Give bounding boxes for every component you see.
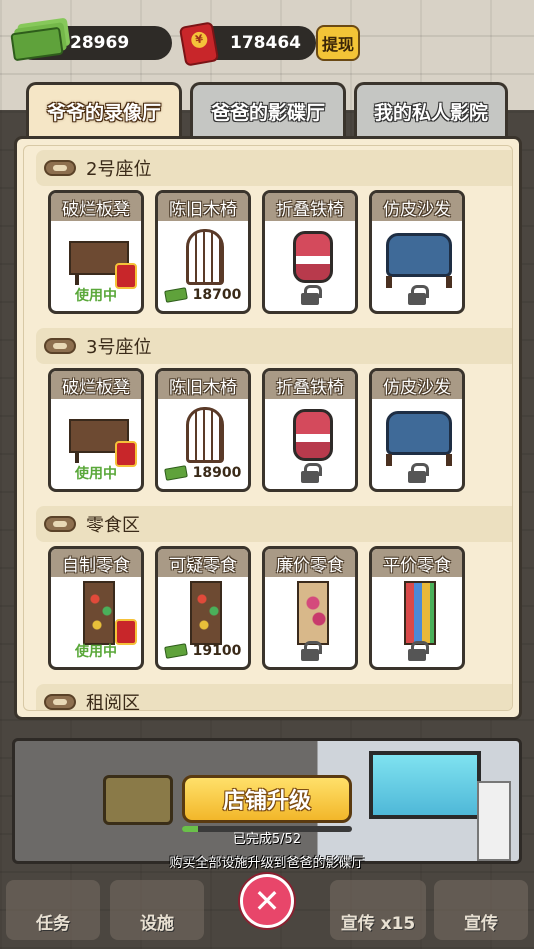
facility-card[interactable]: 廉价零食 bbox=[262, 546, 358, 670]
tab-private-cinema[interactable]: 我的私人影院 bbox=[354, 82, 508, 138]
section-row-seat-3: 破烂板凳 使用中 陈旧木椅 18900 折叠铁椅 仿皮沙发 bbox=[48, 368, 465, 492]
facility-name: 陈旧木椅 bbox=[158, 371, 248, 399]
section-row-seat-2: 破烂板凳 使用中 陈旧木椅 18700 折叠铁椅 仿皮沙发 bbox=[48, 190, 465, 314]
section-title: 3号座位 bbox=[86, 337, 152, 358]
section-title: 2号座位 bbox=[86, 159, 152, 180]
price-label: 19100 bbox=[192, 643, 242, 659]
facility-card[interactable]: 陈旧木椅 18900 bbox=[155, 368, 251, 492]
lock-icon bbox=[408, 285, 429, 305]
old-tv-icon bbox=[103, 775, 173, 825]
facility-card[interactable]: 平价零食 bbox=[369, 546, 465, 670]
folding-chair-icon bbox=[265, 405, 355, 465]
nav-promote-x15[interactable]: 宣传 x15 bbox=[330, 880, 426, 940]
snack-shelf-icon bbox=[265, 581, 355, 645]
facility-list[interactable]: 2号座位 破烂板凳 使用中 陈旧木椅 18700 折叠铁椅 仿皮沙发 3号座位 … bbox=[23, 145, 513, 711]
lock-icon bbox=[408, 463, 429, 483]
facility-card[interactable]: 可疑零食 19100 bbox=[155, 546, 251, 670]
facility-name: 破烂板凳 bbox=[51, 371, 141, 399]
facility-card[interactable]: 陈旧木椅 18700 bbox=[155, 190, 251, 314]
cash-icon bbox=[163, 287, 188, 303]
lock-icon bbox=[301, 285, 322, 305]
facility-card[interactable]: 自制零食 使用中 bbox=[48, 546, 144, 670]
facility-name: 陈旧木椅 bbox=[158, 193, 248, 221]
facility-card[interactable]: 仿皮沙发 bbox=[369, 190, 465, 314]
nav-facilities[interactable]: 设施 bbox=[110, 880, 204, 940]
tag-icon bbox=[44, 516, 76, 532]
nav-promote-label: 宣传 bbox=[464, 914, 498, 934]
facility-name: 仿皮沙发 bbox=[372, 371, 462, 399]
section-header-seat-2: 2号座位 bbox=[36, 150, 512, 186]
nav-promote[interactable]: 宣传 bbox=[434, 880, 528, 940]
tag-icon bbox=[44, 160, 76, 176]
close-button[interactable]: ✕ bbox=[240, 874, 294, 928]
air-conditioner-icon bbox=[477, 781, 511, 861]
in-use-label: 使用中 bbox=[75, 288, 117, 304]
facility-card[interactable]: 破烂板凳 使用中 bbox=[48, 368, 144, 492]
price-label: 18700 bbox=[192, 287, 242, 303]
sofa-icon bbox=[372, 405, 462, 466]
section-title: 零食区 bbox=[86, 515, 140, 536]
price-label: 18900 bbox=[192, 465, 242, 481]
tab-grandpa-video-hall[interactable]: 爷爷的录像厅 bbox=[26, 82, 182, 138]
tab-dad-disc-hall[interactable]: 爸爸的影碟厅 bbox=[190, 82, 346, 138]
red-packet-value: 178464 bbox=[230, 33, 301, 53]
close-icon: ✕ bbox=[253, 882, 281, 920]
sofa-icon bbox=[372, 227, 462, 288]
shop-upgrade-button[interactable]: 店铺升级 bbox=[182, 775, 352, 823]
facility-card[interactable]: 破烂板凳 使用中 bbox=[48, 190, 144, 314]
section-header-snacks: 零食区 bbox=[36, 506, 512, 542]
facility-name: 可疑零食 bbox=[158, 549, 248, 577]
facility-name: 仿皮沙发 bbox=[372, 193, 462, 221]
big-screen-tv-icon bbox=[369, 751, 481, 819]
facility-card[interactable]: 折叠铁椅 bbox=[262, 368, 358, 492]
facility-name: 破烂板凳 bbox=[51, 193, 141, 221]
tag-icon bbox=[44, 694, 76, 710]
section-header-rental: 租阅区 bbox=[36, 684, 512, 711]
lock-icon bbox=[301, 463, 322, 483]
upgrade-hint: 购买全部设施升级到爸爸的影碟厅 bbox=[169, 856, 365, 871]
cash-icon bbox=[163, 465, 188, 481]
nav-promote-x15-label: 宣传 x15 bbox=[340, 914, 416, 934]
lock-icon bbox=[301, 641, 322, 661]
wood-chair-icon bbox=[158, 405, 248, 465]
upgrade-progress-text: 已完成5/52 bbox=[232, 832, 302, 847]
cash-icon bbox=[163, 643, 188, 659]
in-use-label: 使用中 bbox=[75, 466, 117, 482]
lock-icon bbox=[408, 641, 429, 661]
folding-chair-icon bbox=[265, 227, 355, 287]
section-title: 租阅区 bbox=[86, 693, 140, 711]
facility-panel: 2号座位 破烂板凳 使用中 陈旧木椅 18700 折叠铁椅 仿皮沙发 3号座位 … bbox=[14, 136, 522, 720]
cash-value: 28969 bbox=[70, 33, 130, 53]
section-header-seat-3: 3号座位 bbox=[36, 328, 512, 364]
in-use-label: 使用中 bbox=[75, 644, 117, 660]
facility-card[interactable]: 折叠铁椅 bbox=[262, 190, 358, 314]
facility-name: 平价零食 bbox=[372, 549, 462, 577]
facility-name: 自制零食 bbox=[51, 549, 141, 577]
wood-chair-icon bbox=[158, 227, 248, 287]
facility-name: 折叠铁椅 bbox=[265, 371, 355, 399]
section-row-snacks: 自制零食 使用中 可疑零食 19100 廉价零食 平价零食 bbox=[48, 546, 465, 670]
snack-shelf-icon bbox=[372, 581, 462, 645]
tag-icon bbox=[44, 338, 76, 354]
nav-tasks[interactable]: 任务 bbox=[6, 880, 100, 940]
snack-shelf-icon bbox=[158, 581, 248, 645]
facility-card[interactable]: 仿皮沙发 bbox=[369, 368, 465, 492]
facility-name: 折叠铁椅 bbox=[265, 193, 355, 221]
facility-name: 廉价零食 bbox=[265, 549, 355, 577]
nav-tasks-label: 任务 bbox=[36, 914, 70, 934]
nav-facilities-label: 设施 bbox=[140, 914, 174, 934]
red-packet-icon bbox=[178, 21, 220, 67]
withdraw-button[interactable]: 提现 bbox=[316, 25, 360, 61]
